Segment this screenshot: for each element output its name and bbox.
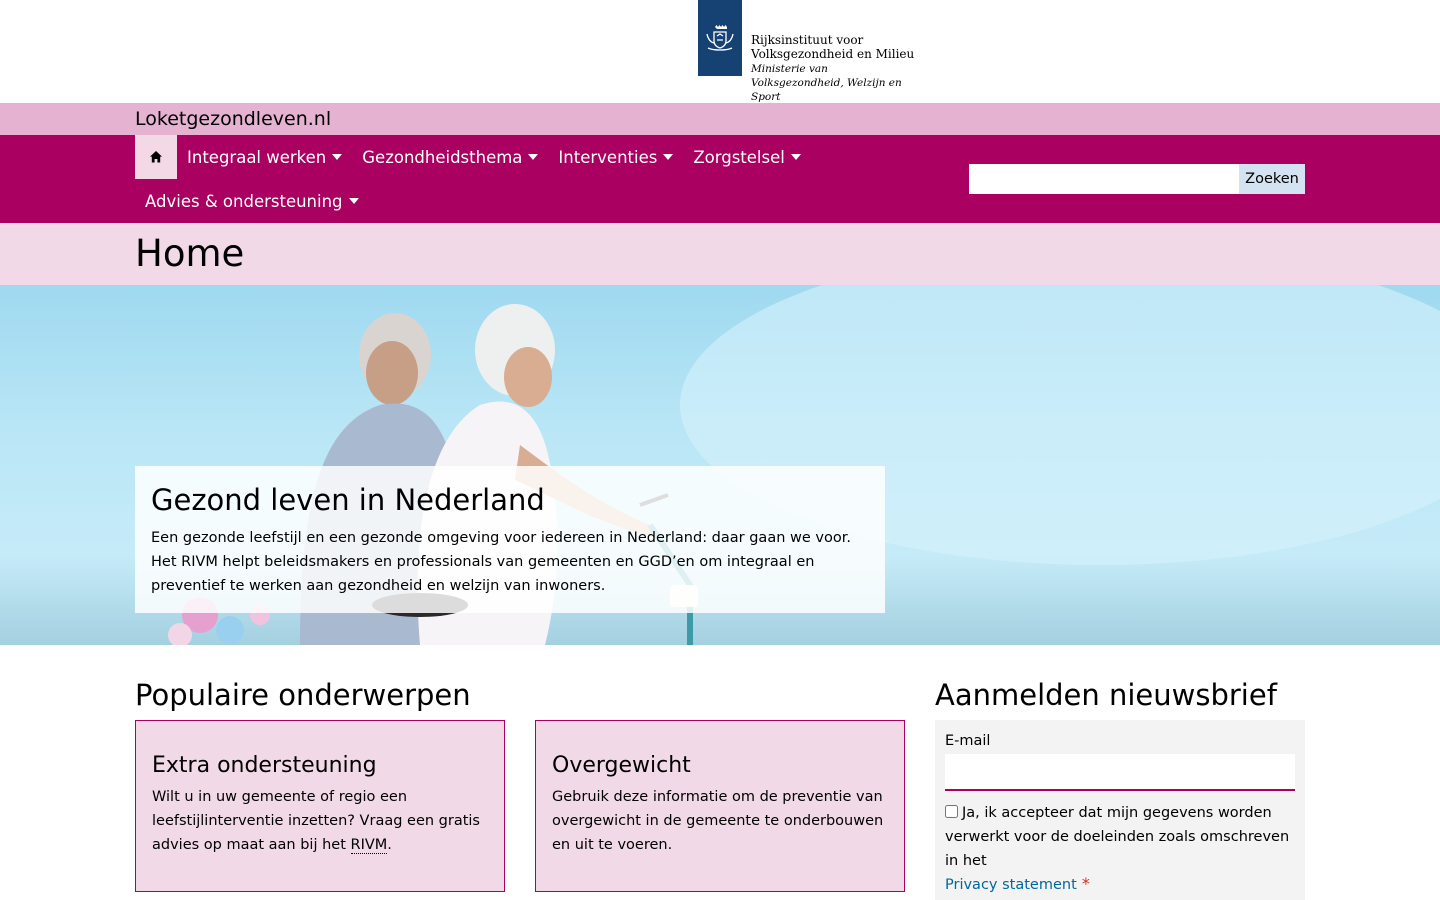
hero-text: Een gezonde leefstijl en een gezonde omg… bbox=[151, 530, 851, 594]
topic-card-title: Extra ondersteuning bbox=[152, 753, 377, 778]
newsletter-form: E-mail Ja, ik accepteer dat mijn gegeven… bbox=[935, 720, 1305, 900]
page-title: Home bbox=[135, 232, 245, 275]
topic-card-text-part: Wilt u in uw gemeente of regio een leefs… bbox=[152, 789, 480, 853]
caret-down-icon bbox=[332, 154, 343, 160]
hero-card: Gezond leven in Nederland Een gezonde le… bbox=[135, 466, 885, 613]
nav-item-label: Interventies bbox=[558, 147, 658, 167]
nav-item-gezondheidsthema[interactable]: Gezondheidsthema bbox=[352, 135, 548, 179]
caret-down-icon bbox=[663, 154, 674, 160]
email-label: E-mail bbox=[945, 733, 991, 749]
nav-row: Integraal werken Gezondheidsthema Interv… bbox=[135, 135, 811, 179]
topic-card-text: Wilt u in uw gemeente of regio een leefs… bbox=[152, 785, 488, 857]
page-title-bar: Home bbox=[0, 223, 1440, 285]
topic-card-text: Gebruik deze informatie om de preventie … bbox=[552, 789, 884, 853]
rijksoverheid-logo[interactable]: Rijksinstituut voor Volksgezondheid en M… bbox=[698, 0, 961, 104]
nav-item-label: Integraal werken bbox=[187, 147, 327, 167]
search-form: Zoeken bbox=[969, 164, 1305, 194]
organisation-name: Rijksinstituut voor Volksgezondheid en M… bbox=[751, 33, 915, 61]
email-field[interactable] bbox=[945, 754, 1295, 791]
caret-down-icon bbox=[528, 154, 539, 160]
caret-down-icon bbox=[348, 198, 359, 204]
site-name-link[interactable]: Loketgezondleven.nl bbox=[135, 108, 331, 130]
popular-topics-title: Populaire onderwerpen bbox=[135, 678, 471, 712]
nav-item-integraal-werken[interactable]: Integraal werken bbox=[177, 135, 352, 179]
topic-card-overgewicht[interactable]: Overgewicht Gebruik deze informatie om d… bbox=[535, 720, 905, 892]
nav-row: Advies & ondersteuning bbox=[135, 179, 369, 223]
consent-row: Ja, ik accepteer dat mijn gegevens worde… bbox=[945, 801, 1295, 873]
topic-card-title: Overgewicht bbox=[552, 753, 691, 778]
privacy-row: Privacy statement * bbox=[945, 873, 1295, 897]
topic-card-text-end: . bbox=[387, 837, 392, 853]
consent-checkbox[interactable] bbox=[945, 805, 958, 818]
home-icon bbox=[150, 151, 162, 163]
main-navigation: Integraal werken Gezondheidsthema Interv… bbox=[0, 135, 1440, 223]
nav-item-label: Advies & ondersteuning bbox=[145, 191, 343, 211]
logo-text: Rijksinstituut voor Volksgezondheid en M… bbox=[751, 0, 961, 104]
nav-item-label: Gezondheidsthema bbox=[362, 147, 523, 167]
coat-of-arms-icon bbox=[706, 25, 734, 51]
search-input[interactable] bbox=[969, 164, 1239, 194]
consent-text: Ja, ik accepteer dat mijn gegevens worde… bbox=[945, 805, 1290, 869]
topic-card-extra-ondersteuning[interactable]: Extra ondersteuning Wilt u in uw gemeent… bbox=[135, 720, 505, 892]
caret-down-icon bbox=[790, 154, 801, 160]
site-name-bar: Loketgezondleven.nl bbox=[0, 103, 1440, 135]
ministry-name: Ministerie van Volksgezondheid, Welzijn … bbox=[751, 63, 902, 103]
rivm-abbreviation: RIVM bbox=[350, 837, 388, 854]
nav-item-advies-ondersteuning[interactable]: Advies & ondersteuning bbox=[135, 179, 369, 223]
logo-ribbon bbox=[698, 0, 742, 76]
nav-item-interventies[interactable]: Interventies bbox=[548, 135, 683, 179]
main-content: Populaire onderwerpen Extra ondersteunin… bbox=[0, 645, 1440, 900]
required-marker: * bbox=[1081, 874, 1090, 893]
newsletter-title: Aanmelden nieuwsbrief bbox=[935, 678, 1277, 712]
nav-item-zorgstelsel[interactable]: Zorgstelsel bbox=[683, 135, 811, 179]
hero-banner: Gezond leven in Nederland Een gezonde le… bbox=[0, 285, 1440, 645]
search-button[interactable]: Zoeken bbox=[1239, 164, 1305, 194]
hero-title: Gezond leven in Nederland bbox=[151, 483, 545, 517]
privacy-statement-link[interactable]: Privacy statement bbox=[945, 877, 1077, 893]
home-button[interactable] bbox=[135, 135, 177, 179]
nav-item-label: Zorgstelsel bbox=[693, 147, 785, 167]
site-header: Rijksinstituut voor Volksgezondheid en M… bbox=[0, 0, 1440, 103]
